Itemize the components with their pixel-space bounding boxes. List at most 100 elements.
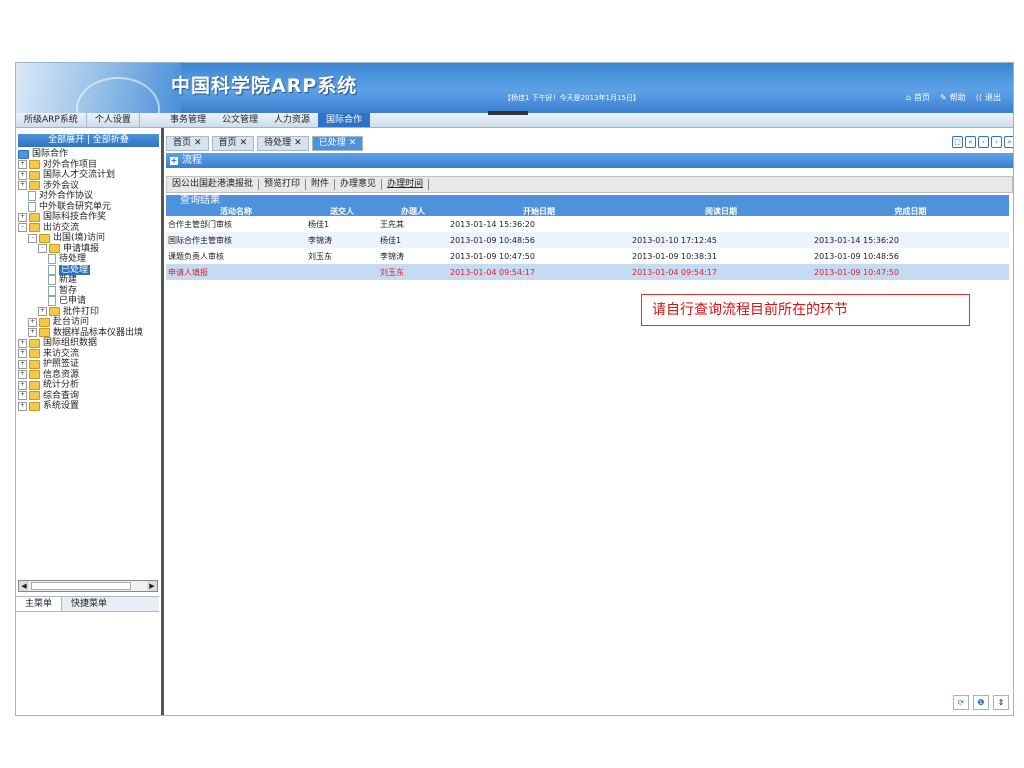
expand-icon[interactable]: + xyxy=(18,160,27,170)
sidebar-item[interactable]: 新建 xyxy=(16,275,161,286)
column-header[interactable]: 完成日期 xyxy=(812,207,1009,216)
next-page-icon[interactable]: › xyxy=(991,136,1002,148)
sidebar-item[interactable]: 中外联合研究单元 xyxy=(16,202,161,213)
sidebar-item[interactable]: 已处理 xyxy=(16,264,161,275)
expand-icon[interactable]: + xyxy=(170,157,178,165)
menu-documents[interactable]: 公文管理 xyxy=(214,113,266,127)
expand-icon[interactable]: + xyxy=(18,401,27,411)
first-page-icon[interactable]: « xyxy=(965,136,976,148)
menu-affairs[interactable]: 事务管理 xyxy=(162,113,214,127)
close-icon[interactable]: ✕ xyxy=(194,138,202,148)
user-greeting: 【杨佳1 下午好！今天是2013年1月15日】 xyxy=(504,94,640,102)
doc-tab-home[interactable]: 首页 ✕ xyxy=(166,135,209,151)
menu-international[interactable]: 国际合作 xyxy=(318,113,371,127)
collapse-icon[interactable]: - xyxy=(28,233,37,243)
sidebar-item[interactable]: + 综合查询 xyxy=(16,391,161,402)
table-row[interactable]: 申请人填报 刘玉东 2013-01-04 09:54:17 2013-01-04 09… xyxy=(166,264,1009,280)
column-header[interactable]: 办理人 xyxy=(378,207,448,216)
prev-page-icon[interactable]: ‹ xyxy=(978,136,989,148)
scroll-thumb[interactable] xyxy=(31,582,131,590)
sidebar-item[interactable]: + 国际人才交流计划 xyxy=(16,170,161,181)
panel-splitter[interactable] xyxy=(161,128,164,715)
expand-icon[interactable]: + xyxy=(18,391,27,401)
refresh-icon[interactable]: ⟳ xyxy=(953,695,969,710)
sidebar-item[interactable]: + 国际科技合作奖 xyxy=(16,212,161,223)
tab-main-menu[interactable]: 主菜单 xyxy=(16,597,63,611)
sidebar-item-label: 综合查询 xyxy=(43,390,80,401)
column-header[interactable]: 阅读日期 xyxy=(630,207,812,216)
sidebar-item[interactable]: + 信息资源 xyxy=(16,370,161,381)
sidebar-item[interactable]: 暂存 xyxy=(16,286,161,297)
table-row[interactable]: 课题负责人审核 刘玉东 李锦涛 2013-01-09 10:47:50 2013-01-… xyxy=(166,248,1009,264)
expand-icon[interactable]: + xyxy=(18,380,27,390)
column-header[interactable]: 送交人 xyxy=(306,207,378,216)
sidebar-item[interactable]: 待处理 xyxy=(16,254,161,265)
table-row[interactable]: 国际合作主管审核 李锦涛 杨佳1 2013-01-09 10:48:56 2013-01… xyxy=(166,232,1009,248)
sidebar-scrollbar[interactable]: ◀ ▶ xyxy=(18,580,158,592)
scroll-right-icon[interactable]: ▶ xyxy=(147,581,157,591)
menu-hr[interactable]: 人力资源 xyxy=(266,113,318,127)
toolbar-opinions[interactable]: 办理意见 xyxy=(335,179,383,190)
window-icon[interactable]: □ xyxy=(952,136,963,148)
collapse-icon[interactable]: - xyxy=(38,244,47,254)
sidebar-item-label: 来访交流 xyxy=(43,348,80,359)
expand-icon[interactable]: + xyxy=(18,370,27,380)
main-menu: 事务管理 公文管理 人力资源 国际合作 xyxy=(162,113,371,127)
expand-collapse-all[interactable]: 全部展开 | 全部折叠 xyxy=(18,134,159,147)
scroll-icon[interactable]: ⇕ xyxy=(993,695,1009,710)
sidebar-item[interactable]: + 涉外会议 xyxy=(16,181,161,192)
tab-quick-menu[interactable]: 快捷菜单 xyxy=(62,597,116,611)
tab-institute-arp[interactable]: 所级ARP系统 xyxy=(16,113,87,127)
sidebar-item[interactable]: 对外合作协议 xyxy=(16,191,161,202)
tab-personal-settings[interactable]: 个人设置 xyxy=(87,113,140,127)
sidebar-item[interactable]: + 统计分析 xyxy=(16,380,161,391)
sidebar-item-label: 国际组织数据 xyxy=(43,338,98,348)
toolbar-approval[interactable]: 因公出国赴港澳报批 xyxy=(167,179,260,190)
close-icon[interactable]: ✕ xyxy=(349,138,357,148)
expand-icon[interactable]: + xyxy=(38,307,47,317)
help-link[interactable]: ✎ 帮助 xyxy=(940,92,966,103)
column-header[interactable]: 活动名称 xyxy=(166,207,306,216)
expand-icon[interactable]: + xyxy=(18,338,27,348)
column-header[interactable]: 开始日期 xyxy=(448,207,630,216)
info-icon[interactable]: ❶ xyxy=(973,695,989,710)
collapse-icon[interactable]: - xyxy=(18,223,27,233)
expand-icon[interactable]: + xyxy=(28,328,37,338)
folder-icon xyxy=(29,160,40,170)
table-row[interactable]: 合作主管部门审核 杨佳1 王先其 2013-01-14 15:36:20 xyxy=(166,216,1009,232)
close-icon[interactable]: ✕ xyxy=(240,138,248,148)
sidebar-item[interactable]: - 出国(境)访问 xyxy=(16,233,161,244)
collapse-handle[interactable] xyxy=(488,111,528,115)
sidebar-item[interactable]: 已申请 xyxy=(16,296,161,307)
toolbar-preview-print[interactable]: 预览打印 xyxy=(259,179,307,190)
expand-icon[interactable]: + xyxy=(18,212,27,222)
sidebar-item[interactable]: + 系统设置 xyxy=(16,401,161,412)
doc-tab-processed[interactable]: 已处理 ✕ xyxy=(311,135,364,151)
sidebar-item[interactable]: + 赴台访问 xyxy=(16,317,161,328)
sidebar-item[interactable]: + 对外合作项目 xyxy=(16,160,161,171)
toolbar-handling-time[interactable]: 办理时间 xyxy=(382,179,430,190)
sidebar-item[interactable]: + 国际组织数据 xyxy=(16,338,161,349)
close-icon[interactable]: ✕ xyxy=(294,138,302,148)
flow-header[interactable]: + 流程 xyxy=(166,153,1013,168)
doc-tab-pending[interactable]: 待处理 ✕ xyxy=(257,135,309,151)
toolbar-attachments[interactable]: 附件 xyxy=(306,179,336,190)
sidebar-item[interactable]: + 批件打印 xyxy=(16,307,161,318)
home-link[interactable]: ⌂ 首页 xyxy=(906,92,930,103)
doc-tab-home-2[interactable]: 首页 ✕ xyxy=(211,135,255,151)
last-page-icon[interactable]: » xyxy=(1004,136,1013,148)
exit-link[interactable]: ⟨⟨ 退出 xyxy=(976,92,1001,103)
expand-icon[interactable]: + xyxy=(28,317,37,327)
expand-icon[interactable]: + xyxy=(18,181,27,191)
expand-icon[interactable]: + xyxy=(18,349,27,359)
expand-icon[interactable]: + xyxy=(18,359,27,369)
sidebar-item[interactable]: - 出访交流 xyxy=(16,223,161,234)
folder-icon xyxy=(29,370,40,380)
sidebar-item[interactable]: + 来访交流 xyxy=(16,349,161,360)
sidebar-item[interactable]: + 数据样品标本仪器出境 xyxy=(16,328,161,339)
sidebar-item[interactable]: 国际合作 xyxy=(16,149,161,160)
scroll-left-icon[interactable]: ◀ xyxy=(19,581,29,591)
sidebar-item[interactable]: - 申请填报 xyxy=(16,244,161,255)
sidebar-item[interactable]: + 护照签证 xyxy=(16,359,161,370)
expand-icon[interactable]: + xyxy=(18,170,27,180)
